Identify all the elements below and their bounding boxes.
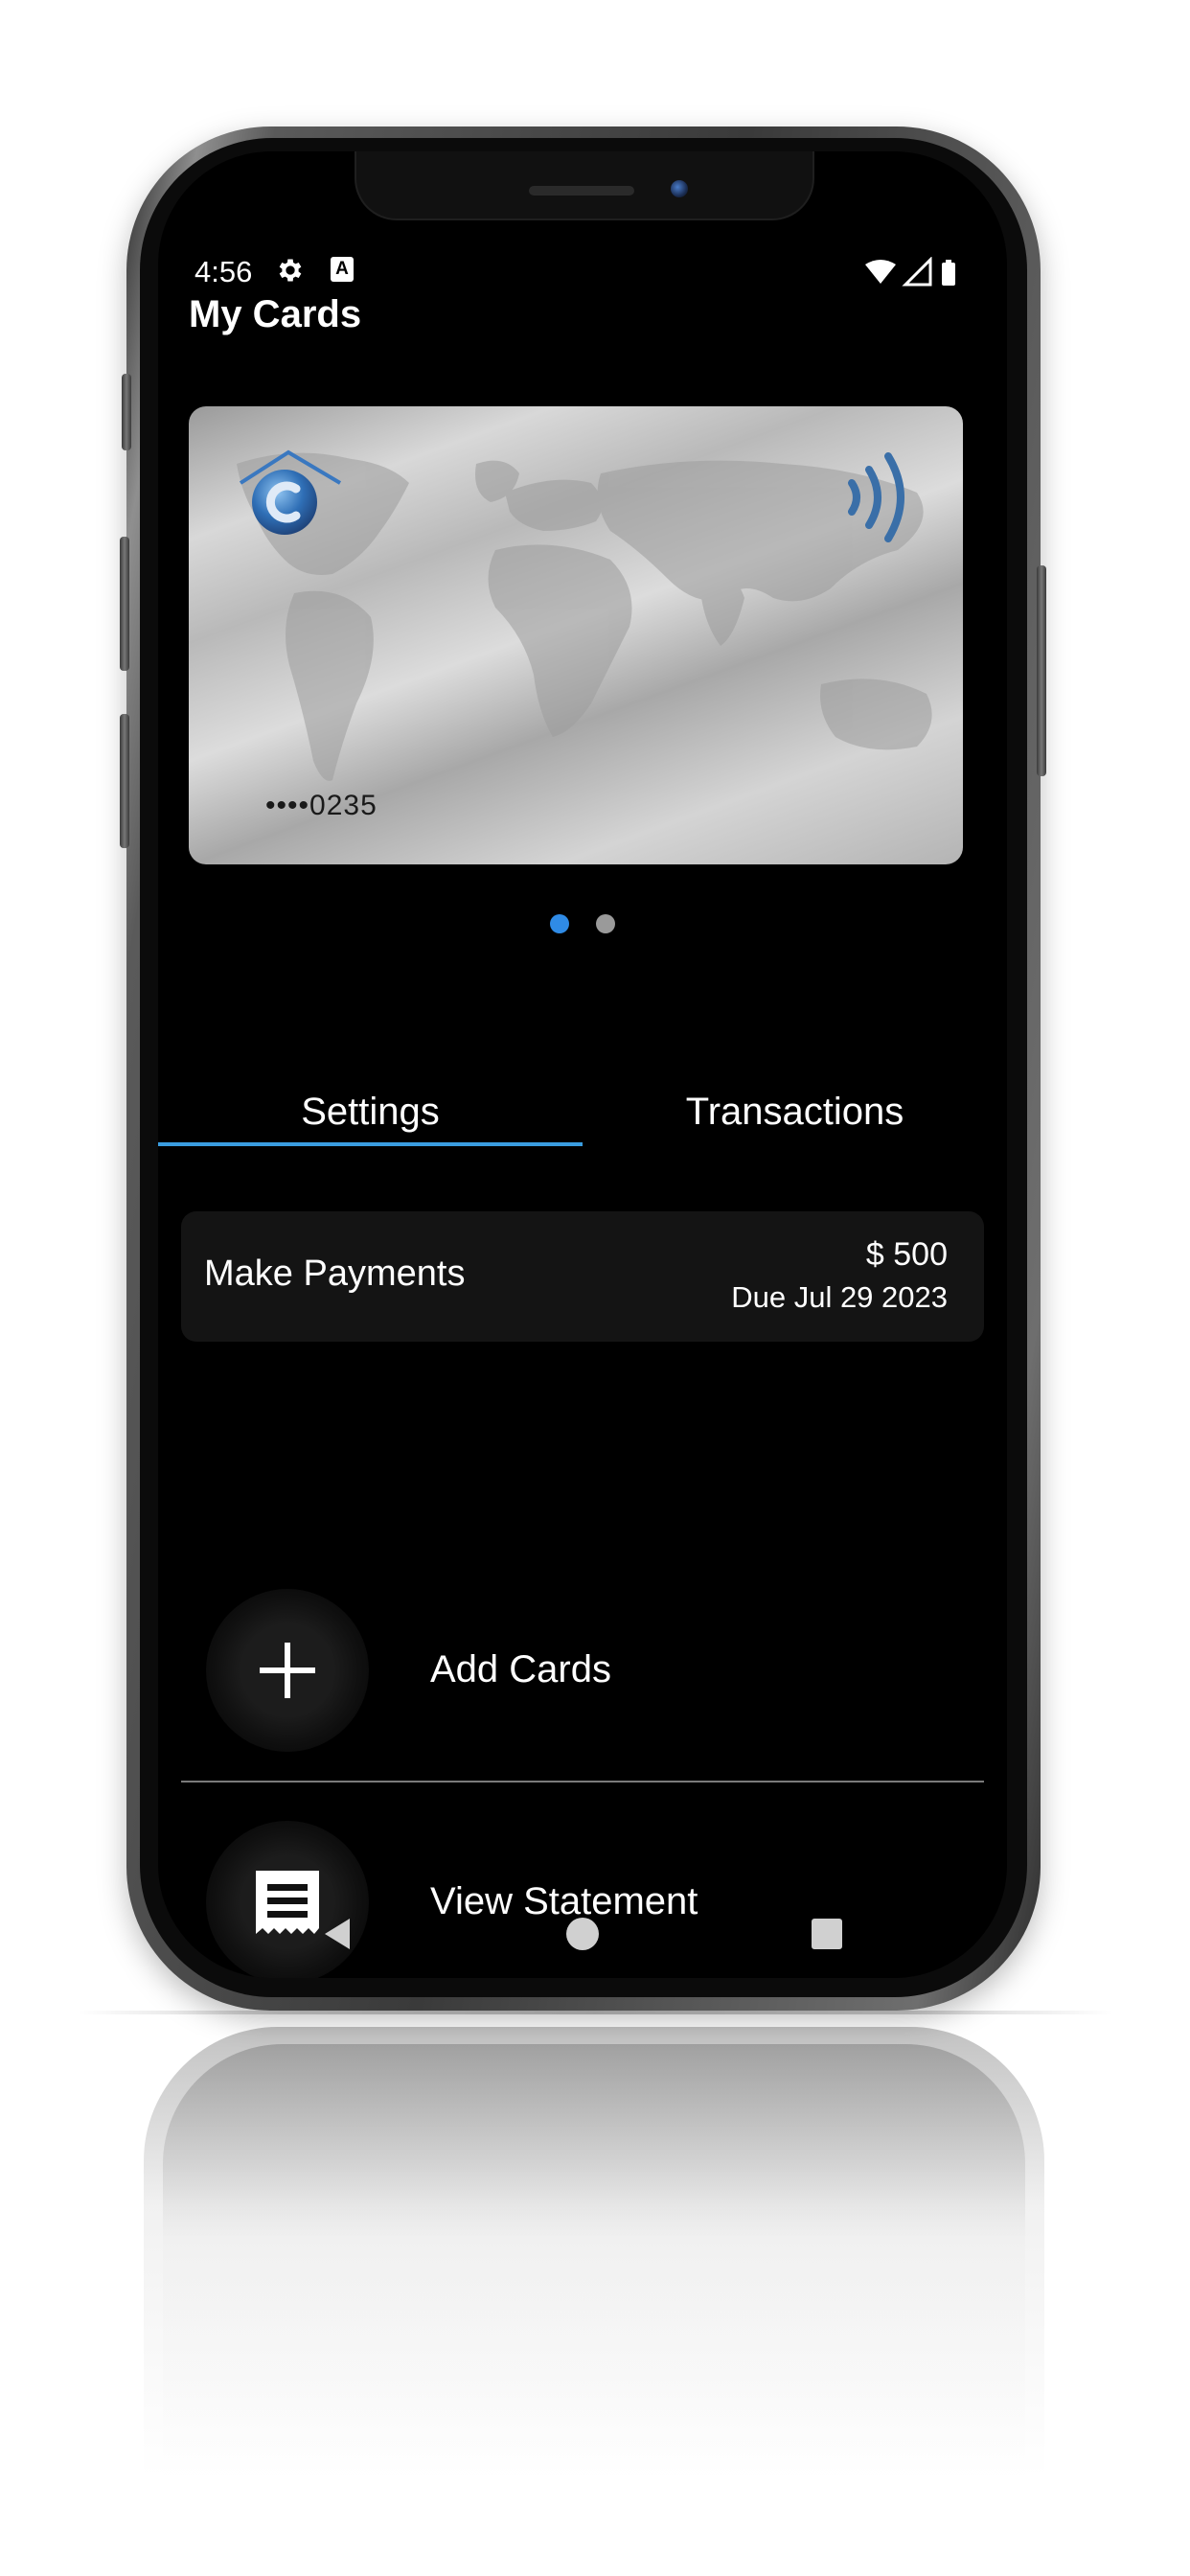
system-nav-bar: [158, 1905, 1007, 1963]
status-time: 4:56: [195, 255, 253, 288]
card-number-masked: ••••0235: [265, 790, 378, 821]
credit-card[interactable]: ••••0235: [189, 406, 963, 864]
page-title: My Cards: [189, 293, 362, 335]
phone-reflection: [144, 2027, 1044, 2477]
payment-due-date: Due Jul 29 2023: [731, 1280, 948, 1314]
status-bar: 4:56 A: [158, 247, 1007, 295]
side-button-mute: [122, 374, 131, 450]
signal-icon: [902, 257, 932, 287]
make-payments-label: Make Payments: [204, 1254, 466, 1294]
phone-reflection-inner: [163, 2044, 1025, 2477]
bank-logo-icon: [239, 449, 342, 535]
contactless-icon: [848, 452, 904, 542]
status-icons-right: [865, 257, 955, 287]
a-icon: A: [331, 257, 354, 282]
wifi-icon: [865, 260, 896, 284]
phone-screen: 4:56 A My Cards ••••0235 Settings Transa…: [158, 151, 1007, 1978]
payment-amount: $ 500: [865, 1236, 948, 1273]
home-circle-icon[interactable]: [563, 1915, 602, 1953]
floor-shadow: [77, 2011, 1113, 2014]
tab-active-indicator: [158, 1142, 583, 1146]
pager-dot-inactive[interactable]: [596, 914, 616, 933]
add-cards-label: Add Cards: [430, 1648, 611, 1690]
side-button-volume-down: [120, 714, 129, 848]
side-button-volume-up: [120, 537, 129, 671]
tab-transactions[interactable]: Transactions: [583, 1064, 1007, 1160]
card-pager: [158, 914, 1007, 937]
recents-square-icon[interactable]: [808, 1915, 846, 1953]
side-button-power: [1037, 565, 1046, 776]
plus-icon: [260, 1643, 315, 1698]
pager-dot-active[interactable]: [549, 914, 569, 933]
gear-icon: [279, 259, 302, 282]
add-cards-item[interactable]: Add Cards: [181, 1560, 984, 1781]
make-payments-card[interactable]: Make Payments $ 500 Due Jul 29 2023: [181, 1211, 984, 1342]
earpiece-speaker: [529, 186, 634, 196]
back-triangle-icon[interactable]: [319, 1915, 357, 1953]
battery-icon: [942, 260, 955, 286]
notch: [355, 151, 814, 220]
add-cards-icon-button[interactable]: [206, 1589, 369, 1752]
list-divider: [181, 1781, 984, 1782]
front-camera: [671, 180, 688, 197]
